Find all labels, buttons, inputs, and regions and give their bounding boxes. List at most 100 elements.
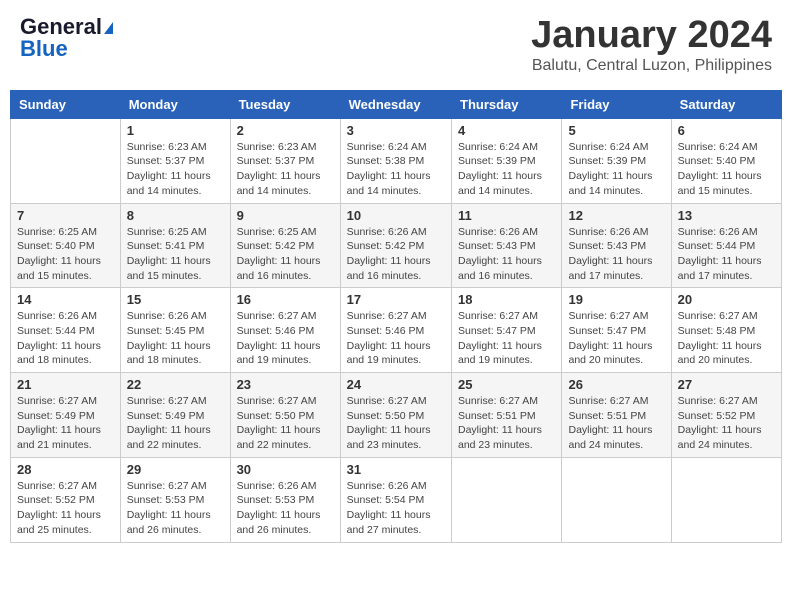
table-row: 28 Sunrise: 6:27 AM Sunset: 5:52 PM Dayl…: [11, 457, 121, 542]
day-info: Sunrise: 6:27 AM Sunset: 5:46 PM Dayligh…: [347, 309, 445, 368]
col-tuesday: Tuesday: [230, 90, 340, 118]
day-number: 10: [347, 208, 445, 223]
day-info: Sunrise: 6:26 AM Sunset: 5:44 PM Dayligh…: [678, 225, 775, 284]
table-row: 13 Sunrise: 6:26 AM Sunset: 5:44 PM Dayl…: [671, 203, 781, 288]
day-number: 1: [127, 123, 224, 138]
calendar-week-row: 7 Sunrise: 6:25 AM Sunset: 5:40 PM Dayli…: [11, 203, 782, 288]
table-row: 11 Sunrise: 6:26 AM Sunset: 5:43 PM Dayl…: [452, 203, 562, 288]
col-thursday: Thursday: [452, 90, 562, 118]
table-row: 24 Sunrise: 6:27 AM Sunset: 5:50 PM Dayl…: [340, 373, 451, 458]
table-row: 10 Sunrise: 6:26 AM Sunset: 5:42 PM Dayl…: [340, 203, 451, 288]
col-friday: Friday: [562, 90, 671, 118]
calendar-week-row: 28 Sunrise: 6:27 AM Sunset: 5:52 PM Dayl…: [11, 457, 782, 542]
table-row: 19 Sunrise: 6:27 AM Sunset: 5:47 PM Dayl…: [562, 288, 671, 373]
day-number: 8: [127, 208, 224, 223]
calendar-week-row: 14 Sunrise: 6:26 AM Sunset: 5:44 PM Dayl…: [11, 288, 782, 373]
day-info: Sunrise: 6:27 AM Sunset: 5:51 PM Dayligh…: [568, 394, 664, 453]
day-info: Sunrise: 6:27 AM Sunset: 5:46 PM Dayligh…: [237, 309, 334, 368]
day-info: Sunrise: 6:27 AM Sunset: 5:47 PM Dayligh…: [568, 309, 664, 368]
day-info: Sunrise: 6:26 AM Sunset: 5:45 PM Dayligh…: [127, 309, 224, 368]
day-number: 21: [17, 377, 114, 392]
day-number: 20: [678, 292, 775, 307]
day-info: Sunrise: 6:26 AM Sunset: 5:44 PM Dayligh…: [17, 309, 114, 368]
table-row: 29 Sunrise: 6:27 AM Sunset: 5:53 PM Dayl…: [120, 457, 230, 542]
day-info: Sunrise: 6:26 AM Sunset: 5:53 PM Dayligh…: [237, 479, 334, 538]
day-info: Sunrise: 6:26 AM Sunset: 5:54 PM Dayligh…: [347, 479, 445, 538]
day-number: 5: [568, 123, 664, 138]
day-number: 26: [568, 377, 664, 392]
day-info: Sunrise: 6:27 AM Sunset: 5:52 PM Dayligh…: [17, 479, 114, 538]
day-info: Sunrise: 6:27 AM Sunset: 5:52 PM Dayligh…: [678, 394, 775, 453]
table-row: 23 Sunrise: 6:27 AM Sunset: 5:50 PM Dayl…: [230, 373, 340, 458]
table-row: 5 Sunrise: 6:24 AM Sunset: 5:39 PM Dayli…: [562, 118, 671, 203]
col-wednesday: Wednesday: [340, 90, 451, 118]
table-row: 21 Sunrise: 6:27 AM Sunset: 5:49 PM Dayl…: [11, 373, 121, 458]
day-info: Sunrise: 6:27 AM Sunset: 5:48 PM Dayligh…: [678, 309, 775, 368]
day-info: Sunrise: 6:27 AM Sunset: 5:49 PM Dayligh…: [17, 394, 114, 453]
day-number: 29: [127, 462, 224, 477]
location: Balutu, Central Luzon, Philippines: [531, 57, 772, 75]
table-row: [11, 118, 121, 203]
day-info: Sunrise: 6:26 AM Sunset: 5:43 PM Dayligh…: [568, 225, 664, 284]
day-info: Sunrise: 6:23 AM Sunset: 5:37 PM Dayligh…: [237, 140, 334, 199]
table-row: 30 Sunrise: 6:26 AM Sunset: 5:53 PM Dayl…: [230, 457, 340, 542]
day-info: Sunrise: 6:27 AM Sunset: 5:53 PM Dayligh…: [127, 479, 224, 538]
table-row: 16 Sunrise: 6:27 AM Sunset: 5:46 PM Dayl…: [230, 288, 340, 373]
table-row: 9 Sunrise: 6:25 AM Sunset: 5:42 PM Dayli…: [230, 203, 340, 288]
table-row: 20 Sunrise: 6:27 AM Sunset: 5:48 PM Dayl…: [671, 288, 781, 373]
table-row: 15 Sunrise: 6:26 AM Sunset: 5:45 PM Dayl…: [120, 288, 230, 373]
day-info: Sunrise: 6:25 AM Sunset: 5:42 PM Dayligh…: [237, 225, 334, 284]
day-number: 28: [17, 462, 114, 477]
table-row: 3 Sunrise: 6:24 AM Sunset: 5:38 PM Dayli…: [340, 118, 451, 203]
day-number: 25: [458, 377, 555, 392]
col-monday: Monday: [120, 90, 230, 118]
table-row: 17 Sunrise: 6:27 AM Sunset: 5:46 PM Dayl…: [340, 288, 451, 373]
day-number: 3: [347, 123, 445, 138]
day-number: 30: [237, 462, 334, 477]
table-row: [671, 457, 781, 542]
table-row: 7 Sunrise: 6:25 AM Sunset: 5:40 PM Dayli…: [11, 203, 121, 288]
day-info: Sunrise: 6:24 AM Sunset: 5:39 PM Dayligh…: [568, 140, 664, 199]
day-info: Sunrise: 6:27 AM Sunset: 5:50 PM Dayligh…: [237, 394, 334, 453]
table-row: 27 Sunrise: 6:27 AM Sunset: 5:52 PM Dayl…: [671, 373, 781, 458]
calendar-week-row: 21 Sunrise: 6:27 AM Sunset: 5:49 PM Dayl…: [11, 373, 782, 458]
logo: General Blue: [20, 15, 113, 61]
day-number: 2: [237, 123, 334, 138]
page-header: General Blue January 2024 Balutu, Centra…: [10, 10, 782, 80]
day-info: Sunrise: 6:26 AM Sunset: 5:42 PM Dayligh…: [347, 225, 445, 284]
day-info: Sunrise: 6:24 AM Sunset: 5:38 PM Dayligh…: [347, 140, 445, 199]
table-row: [452, 457, 562, 542]
month-title: January 2024: [531, 15, 772, 57]
table-row: 4 Sunrise: 6:24 AM Sunset: 5:39 PM Dayli…: [452, 118, 562, 203]
day-info: Sunrise: 6:25 AM Sunset: 5:40 PM Dayligh…: [17, 225, 114, 284]
table-row: 25 Sunrise: 6:27 AM Sunset: 5:51 PM Dayl…: [452, 373, 562, 458]
day-info: Sunrise: 6:25 AM Sunset: 5:41 PM Dayligh…: [127, 225, 224, 284]
day-number: 6: [678, 123, 775, 138]
calendar-table: Sunday Monday Tuesday Wednesday Thursday…: [10, 90, 782, 543]
day-info: Sunrise: 6:24 AM Sunset: 5:39 PM Dayligh…: [458, 140, 555, 199]
title-area: January 2024 Balutu, Central Luzon, Phil…: [531, 15, 772, 75]
day-number: 17: [347, 292, 445, 307]
day-number: 19: [568, 292, 664, 307]
day-info: Sunrise: 6:23 AM Sunset: 5:37 PM Dayligh…: [127, 140, 224, 199]
day-number: 7: [17, 208, 114, 223]
day-info: Sunrise: 6:27 AM Sunset: 5:47 PM Dayligh…: [458, 309, 555, 368]
table-row: [562, 457, 671, 542]
day-number: 16: [237, 292, 334, 307]
day-number: 14: [17, 292, 114, 307]
table-row: 8 Sunrise: 6:25 AM Sunset: 5:41 PM Dayli…: [120, 203, 230, 288]
calendar-week-row: 1 Sunrise: 6:23 AM Sunset: 5:37 PM Dayli…: [11, 118, 782, 203]
day-info: Sunrise: 6:24 AM Sunset: 5:40 PM Dayligh…: [678, 140, 775, 199]
col-sunday: Sunday: [11, 90, 121, 118]
day-number: 11: [458, 208, 555, 223]
day-number: 23: [237, 377, 334, 392]
day-number: 13: [678, 208, 775, 223]
day-number: 4: [458, 123, 555, 138]
day-number: 18: [458, 292, 555, 307]
day-info: Sunrise: 6:27 AM Sunset: 5:49 PM Dayligh…: [127, 394, 224, 453]
day-info: Sunrise: 6:27 AM Sunset: 5:50 PM Dayligh…: [347, 394, 445, 453]
calendar-header-row: Sunday Monday Tuesday Wednesday Thursday…: [11, 90, 782, 118]
day-number: 22: [127, 377, 224, 392]
day-number: 31: [347, 462, 445, 477]
day-info: Sunrise: 6:27 AM Sunset: 5:51 PM Dayligh…: [458, 394, 555, 453]
